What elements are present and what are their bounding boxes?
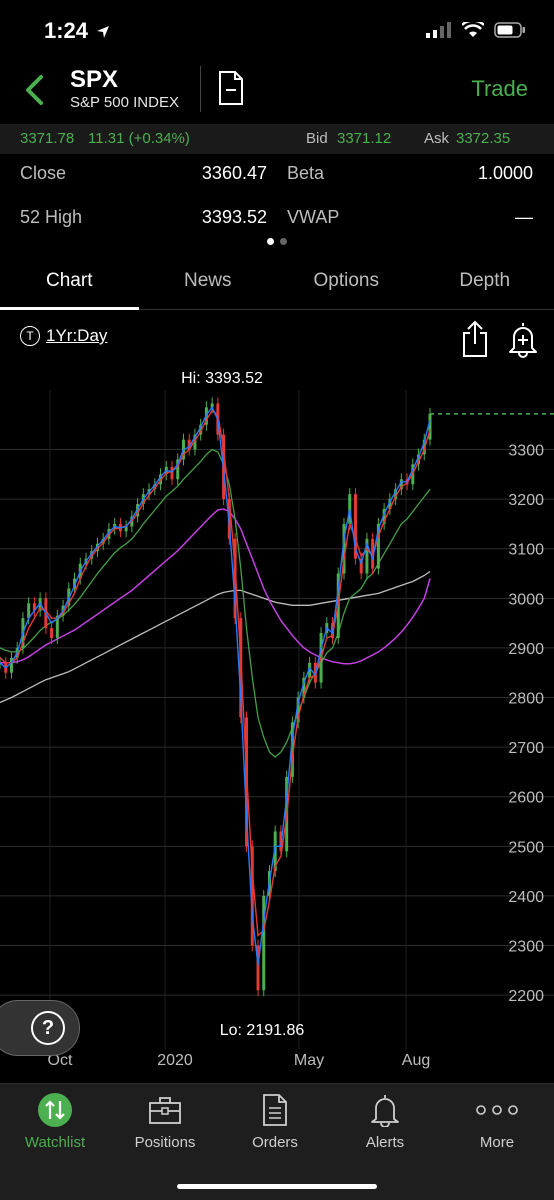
x-tick-label: Aug — [402, 1052, 430, 1069]
beta-label: Beta — [287, 163, 325, 183]
chart-low-label: Lo: 2191.86 — [220, 1022, 305, 1039]
nav-orders[interactable]: Orders — [220, 1090, 330, 1151]
timeframe-selector[interactable]: T 1Yr:Day — [20, 326, 107, 346]
x-tick-label: May — [294, 1052, 324, 1069]
nav-alerts-label: Alerts — [365, 1134, 405, 1151]
nav-alerts[interactable]: Alerts — [330, 1090, 440, 1151]
y-tick-label: 3200 — [508, 492, 544, 509]
chart-high-label: Hi: 3393.52 — [181, 370, 263, 387]
y-tick-label: 2700 — [508, 740, 544, 757]
nav-more[interactable]: More — [442, 1090, 552, 1151]
chevron-left-icon — [26, 75, 43, 105]
y-tick-label: 2500 — [508, 839, 544, 856]
price-chart[interactable]: 3300 3200 3100 3000 2900 2800 2700 2600 2500 2400… — [0, 360, 554, 1080]
status-time: 1:24 — [44, 18, 110, 44]
back-button[interactable] — [24, 74, 44, 111]
page-indicator[interactable] — [267, 238, 287, 245]
share-button[interactable] — [460, 320, 490, 363]
y-tick-label: 3300 — [508, 443, 544, 460]
y-tick-label: 2400 — [508, 889, 544, 906]
ask-label: Ask — [424, 130, 450, 147]
candle-body — [170, 466, 174, 480]
more-icon — [476, 1105, 518, 1115]
tab-depth[interactable]: Depth — [416, 262, 554, 309]
location-arrow-icon — [97, 26, 110, 39]
signal-icon — [426, 22, 451, 38]
bottom-nav: Watchlist Positions Orders Alerts More — [0, 1083, 554, 1200]
help-icon: ? — [31, 1011, 65, 1045]
symbol: SPX — [70, 66, 119, 93]
quote-bar: 3371.78 11.31 (+0.34%) Bid 3371.12 Ask 3… — [0, 124, 554, 154]
header-divider — [200, 66, 201, 112]
nav-watchlist[interactable]: Watchlist — [0, 1090, 110, 1151]
y-tick-label: 2300 — [508, 939, 544, 956]
high52-value: 3393.52 — [201, 207, 267, 227]
moving-average-longest — [0, 570, 431, 704]
close-value: 3360.47 — [201, 163, 267, 183]
moving-average-fast — [0, 406, 431, 966]
nav-positions-label: Positions — [134, 1134, 196, 1151]
close-label: Close — [20, 163, 67, 183]
moving-average-long — [0, 508, 431, 665]
vwap-value: — — [515, 207, 533, 227]
tab-chart[interactable]: Chart — [0, 262, 139, 310]
timeframe-label: 1Yr:Day — [46, 326, 108, 345]
nav-positions[interactable]: Positions — [110, 1090, 220, 1151]
page-dot-1[interactable] — [267, 238, 274, 245]
status-icons — [426, 22, 526, 38]
vwap-label: VWAP — [287, 207, 340, 227]
share-icon — [463, 320, 487, 357]
x-tick-label: 2020 — [157, 1052, 193, 1069]
bell-plus-icon — [509, 323, 537, 358]
high52-label: 52 High — [20, 207, 83, 227]
y-tick-label: 2800 — [508, 691, 544, 708]
briefcase-icon — [149, 1097, 181, 1124]
y-tick-label: 3000 — [508, 591, 544, 608]
nav-orders-label: Orders — [252, 1134, 298, 1151]
y-tick-label: 3100 — [508, 542, 544, 559]
candle-body — [50, 628, 54, 638]
document-minus-icon — [219, 71, 243, 105]
tab-bar: Chart News Options Depth — [0, 262, 554, 310]
trade-button[interactable]: Trade — [471, 76, 528, 102]
beta-value: 1.0000 — [477, 163, 533, 183]
y-tick-label: 2600 — [508, 790, 544, 807]
notes-button[interactable] — [218, 70, 244, 111]
help-button[interactable]: ? — [0, 1000, 80, 1056]
nav-more-label: More — [479, 1134, 515, 1151]
moving-average-mid — [0, 448, 431, 758]
home-indicator — [177, 1184, 377, 1189]
symbol-name: S&P 500 INDEX — [70, 94, 179, 111]
ask-value: 3372.35 — [456, 130, 511, 147]
price-change: 11.31 (+0.34%) — [88, 130, 190, 147]
tab-news[interactable]: News — [139, 262, 278, 309]
bid-value: 3371.12 — [337, 130, 392, 147]
wifi-icon — [462, 22, 484, 37]
add-alert-button[interactable] — [508, 320, 538, 363]
timeframe-badge: T — [20, 326, 40, 346]
watchlist-icon — [38, 1093, 72, 1127]
nav-watchlist-label: Watchlist — [24, 1134, 86, 1151]
battery-icon — [494, 22, 525, 38]
bid-label: Bid — [306, 130, 328, 147]
y-tick-label: 2200 — [508, 988, 544, 1005]
y-tick-label: 2900 — [508, 641, 544, 658]
tab-options[interactable]: Options — [277, 262, 416, 309]
bell-icon — [371, 1095, 399, 1127]
document-icon — [263, 1094, 287, 1126]
page-dot-2[interactable] — [280, 238, 287, 245]
last-price: 3371.78 — [20, 130, 75, 147]
